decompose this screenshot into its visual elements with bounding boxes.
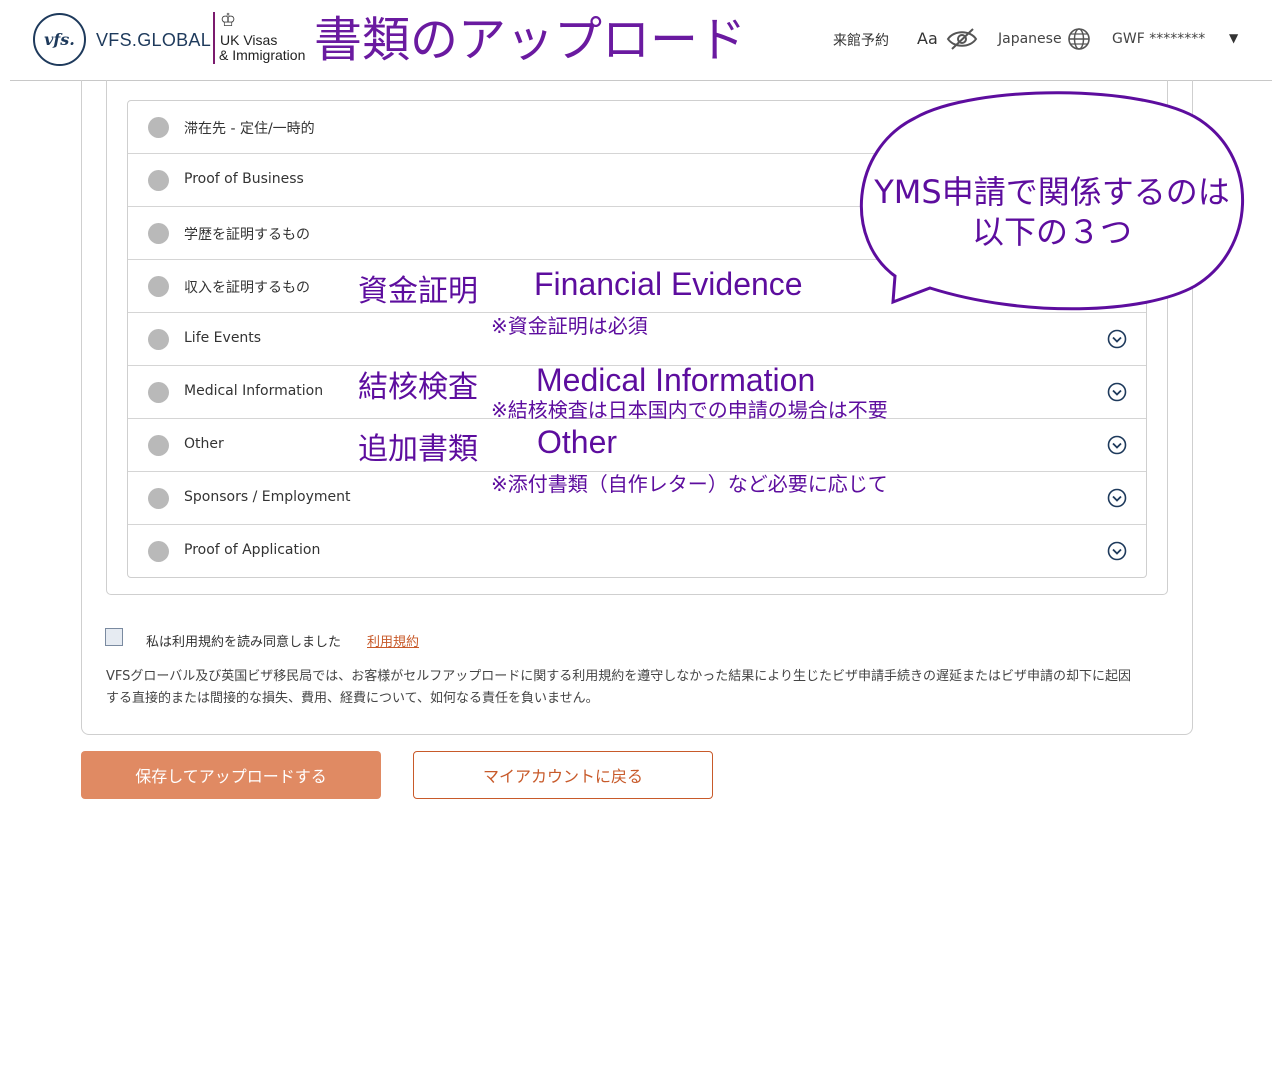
status-dot-icon xyxy=(148,223,169,244)
status-dot-icon xyxy=(148,276,169,297)
doc-row-label: 収入を証明するもの xyxy=(184,280,310,296)
status-dot-icon xyxy=(148,329,169,350)
user-account-menu[interactable]: GWF ******** xyxy=(1112,31,1205,47)
annotation-financial-en: Financial Evidence xyxy=(534,266,803,302)
ukvi-logo-line1: UK Visas xyxy=(220,32,278,48)
ukvi-logo-line2: & Immigration xyxy=(219,47,306,63)
terms-label: 私は利用規約を読み同意しました xyxy=(146,635,342,650)
terms-checkbox[interactable] xyxy=(105,628,123,646)
chevron-down-icon[interactable] xyxy=(1107,435,1127,455)
doc-row-label: Life Events xyxy=(184,330,262,346)
vfs-brand-text: VFS.GLOBAL xyxy=(96,30,212,50)
bubble-text: YMS申請で関係するのは 以下の３つ xyxy=(857,172,1247,252)
annotation-other-note: ※添付書類（自作レター）など必要に応じて xyxy=(491,472,888,496)
annotation-medical-jp: 結核検査 xyxy=(358,370,478,405)
status-dot-icon xyxy=(148,541,169,562)
ukvi-divider xyxy=(213,12,215,64)
site-header: vfs. VFS.GLOBAL ♔ UK Visas & Immigration… xyxy=(10,0,1272,81)
status-dot-icon xyxy=(148,435,169,456)
doc-row-label: Proof of Application xyxy=(184,542,321,558)
status-dot-icon xyxy=(148,117,169,138)
doc-row-label: Other xyxy=(184,436,224,452)
font-size-toggle[interactable]: Aa xyxy=(917,29,938,48)
status-dot-icon xyxy=(148,488,169,509)
vfs-logo[interactable]: vfs. xyxy=(33,13,86,66)
annotation-financial-note: ※資金証明は必須 xyxy=(491,314,648,338)
caret-down-icon[interactable]: ▼ xyxy=(1229,31,1238,45)
annotation-financial-jp: 資金証明 xyxy=(358,274,478,309)
doc-row-label: 滞在先 - 定住/一時的 xyxy=(184,121,315,137)
bubble-text-line1: YMS申請で関係するのは xyxy=(874,173,1230,211)
globe-icon[interactable] xyxy=(1067,27,1091,51)
eye-slash-icon[interactable] xyxy=(946,26,978,52)
doc-row-label: 学歴を証明するもの xyxy=(184,227,310,243)
back-to-account-button[interactable]: マイアカウントに戻る xyxy=(413,751,713,799)
annotation-medical-note: ※結核検査は日本国内での申請の場合は不要 xyxy=(491,398,888,422)
chevron-down-icon[interactable] xyxy=(1107,488,1127,508)
disclaimer-text: VFSグローバル及び英国ビザ移民局では、お客様がセルフアップロードに関する利用規… xyxy=(106,669,1132,706)
language-selector[interactable]: Japanese xyxy=(998,31,1062,47)
bubble-text-line2: 以下の３つ xyxy=(971,213,1132,251)
doc-row-label: Sponsors / Employment xyxy=(184,489,351,505)
doc-row-label: Proof of Business xyxy=(184,171,304,187)
doc-row-proof-of-application[interactable]: Proof of Application xyxy=(128,525,1146,578)
ukvi-crest-icon: ♔ xyxy=(220,10,237,31)
page-title-overlay: 書類のアップロード xyxy=(314,12,747,68)
chevron-down-icon[interactable] xyxy=(1107,541,1127,561)
annotation-other-en: Other xyxy=(537,424,618,460)
doc-row-label: Medical Information xyxy=(184,383,324,399)
annotation-other-jp: 追加書類 xyxy=(358,432,478,467)
chevron-down-icon[interactable] xyxy=(1107,382,1127,402)
nav-appointment-link[interactable]: 来館予約 xyxy=(833,30,889,50)
status-dot-icon xyxy=(148,170,169,191)
doc-row-other[interactable]: Other xyxy=(128,419,1146,472)
terms-link[interactable]: 利用規約 xyxy=(367,631,419,650)
status-dot-icon xyxy=(148,382,169,403)
chevron-down-icon[interactable] xyxy=(1107,329,1127,349)
save-and-upload-button[interactable]: 保存してアップロードする xyxy=(81,751,381,799)
